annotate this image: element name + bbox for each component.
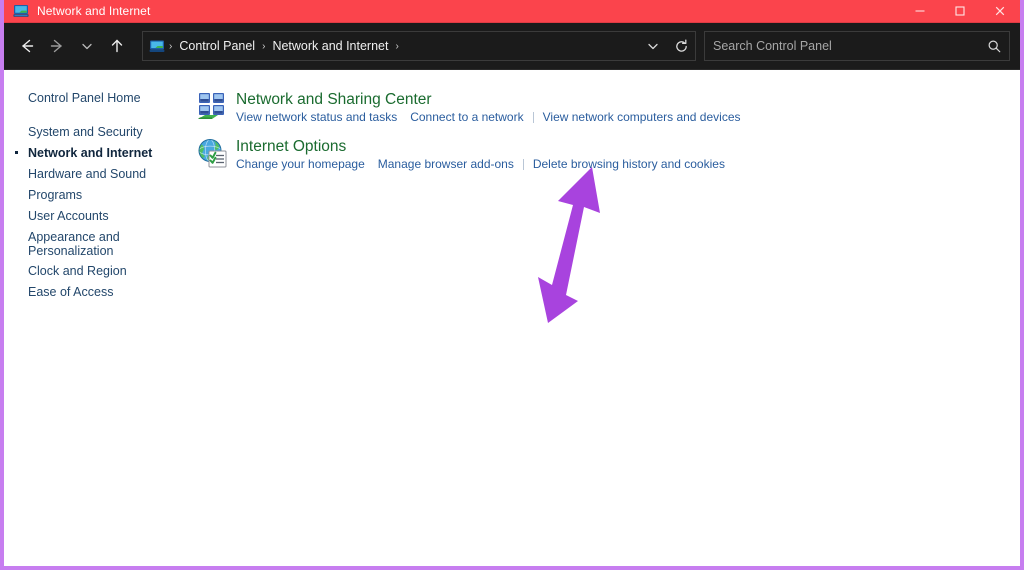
search-input[interactable] xyxy=(705,39,979,53)
maximize-button[interactable] xyxy=(940,0,980,23)
category-text: Network and Sharing Center View network … xyxy=(236,90,741,125)
link-view-network-computers-and-devices[interactable]: View network computers and devices xyxy=(543,110,741,125)
breadcrumb-network-and-internet[interactable]: Network and Internet xyxy=(267,36,393,56)
sidebar-item-ease-of-access[interactable]: Ease of Access xyxy=(4,282,196,303)
window-controls xyxy=(900,0,1020,23)
annotation-arrow-icon xyxy=(538,167,600,323)
category-internet-options: Internet Options Change your homepage Ma… xyxy=(196,137,1020,172)
recent-locations-chevron-down-icon[interactable] xyxy=(72,31,102,61)
breadcrumb-separator: › xyxy=(395,40,399,52)
link-view-network-status-and-tasks[interactable]: View network status and tasks xyxy=(236,110,397,125)
category-title-internet-options[interactable]: Internet Options xyxy=(236,137,725,156)
breadcrumb-separator: › xyxy=(169,40,173,52)
sidebar-item-control-panel-home[interactable]: Control Panel Home xyxy=(4,88,196,109)
computer-icon xyxy=(149,38,165,54)
sidebar-item-programs[interactable]: Programs xyxy=(4,185,196,206)
title-bar: Network and Internet xyxy=(4,0,1020,23)
sidebar-item-hardware-and-sound[interactable]: Hardware and Sound xyxy=(4,164,196,185)
sidebar-item-appearance-and-personalization[interactable]: Appearance and Personalization xyxy=(4,227,196,261)
link-change-your-homepage[interactable]: Change your homepage xyxy=(236,157,365,172)
minimize-button[interactable] xyxy=(900,0,940,23)
sidebar-item-network-and-internet[interactable]: Network and Internet xyxy=(4,143,196,164)
address-bar[interactable]: › Control Panel › Network and Internet › xyxy=(142,31,696,61)
refresh-icon[interactable] xyxy=(667,32,695,60)
link-connect-to-a-network[interactable]: Connect to a network xyxy=(410,110,523,125)
content-area: Control Panel Home System and Security N… xyxy=(4,70,1020,566)
link-separator xyxy=(522,159,524,170)
internet-options-globe-icon xyxy=(196,137,228,169)
main-panel: Network and Sharing Center View network … xyxy=(196,70,1020,566)
breadcrumb-separator: › xyxy=(262,40,266,52)
up-button[interactable] xyxy=(102,31,132,61)
close-button[interactable] xyxy=(980,0,1020,23)
search-icon[interactable] xyxy=(979,32,1009,60)
address-dropdown-chevron-down-icon[interactable] xyxy=(639,32,667,60)
category-title-network-and-sharing-center[interactable]: Network and Sharing Center xyxy=(236,90,741,109)
sidebar: Control Panel Home System and Security N… xyxy=(4,70,196,566)
search-box[interactable] xyxy=(704,31,1010,61)
network-sharing-icon xyxy=(196,90,228,122)
window-title: Network and Internet xyxy=(37,4,151,18)
category-links: View network status and tasks Connect to… xyxy=(236,110,741,125)
sidebar-item-system-and-security[interactable]: System and Security xyxy=(4,122,196,143)
link-separator xyxy=(532,112,534,123)
category-text: Internet Options Change your homepage Ma… xyxy=(236,137,725,172)
sidebar-item-user-accounts[interactable]: User Accounts xyxy=(4,206,196,227)
network-computer-icon xyxy=(13,3,29,19)
navigation-bar: › Control Panel › Network and Internet › xyxy=(4,23,1020,70)
link-delete-browsing-history-and-cookies[interactable]: Delete browsing history and cookies xyxy=(533,157,725,172)
category-network-and-sharing-center: Network and Sharing Center View network … xyxy=(196,90,1020,125)
sidebar-item-clock-and-region[interactable]: Clock and Region xyxy=(4,261,196,282)
category-links: Change your homepage Manage browser add-… xyxy=(236,157,725,172)
back-button[interactable] xyxy=(12,31,42,61)
link-manage-browser-add-ons[interactable]: Manage browser add-ons xyxy=(378,157,514,172)
breadcrumb-control-panel[interactable]: Control Panel xyxy=(174,36,260,56)
control-panel-window: Network and Internet › Control Panel › N… xyxy=(0,0,1024,570)
forward-button[interactable] xyxy=(42,31,72,61)
